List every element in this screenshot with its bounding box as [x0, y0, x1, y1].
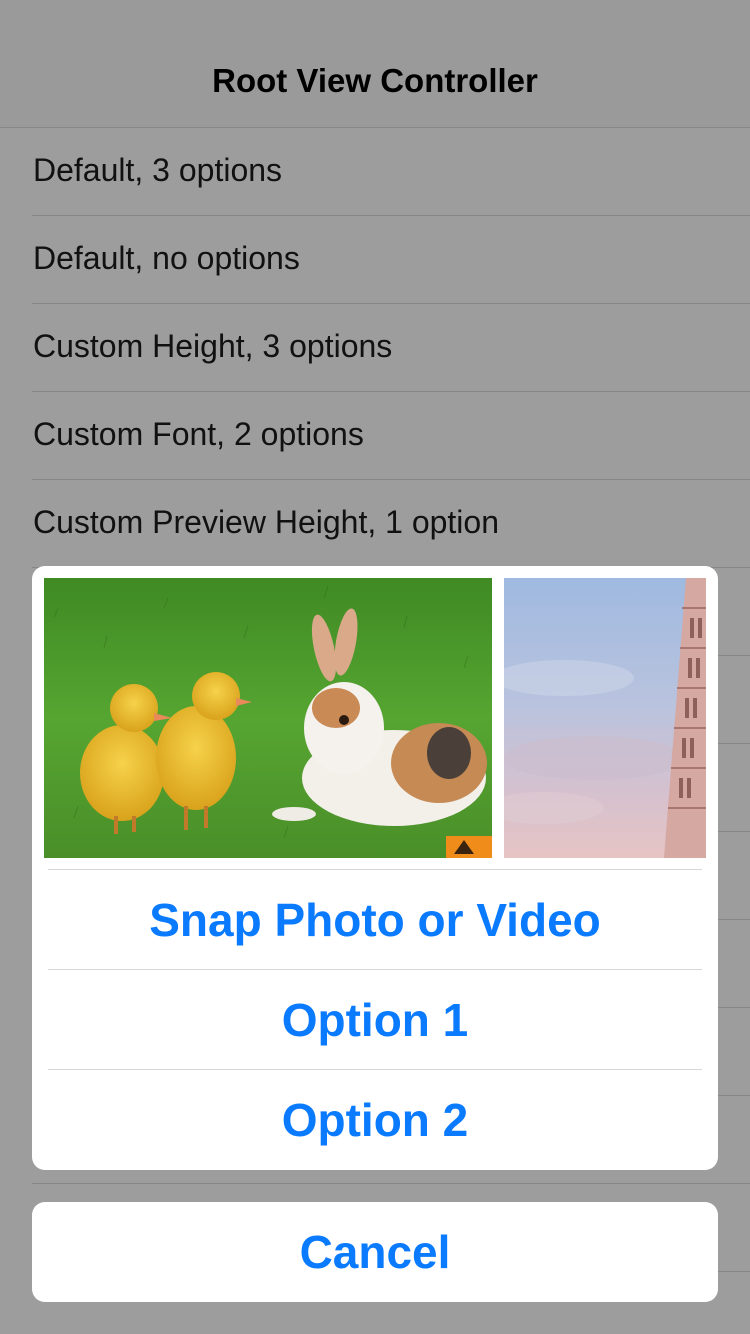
row-label: Default, no options [33, 240, 300, 276]
table-row[interactable]: Default, 3 options [0, 128, 750, 216]
option-1-button[interactable]: Option 1 [32, 970, 718, 1070]
navbar-title: Root View Controller [212, 62, 538, 99]
image-preview-strip[interactable] [44, 578, 718, 858]
option-1-label: Option 1 [281, 994, 469, 1046]
action-sheet: Snap Photo or Video Option 1 Option 2 [32, 566, 718, 1170]
row-label: Custom Height, 3 options [33, 328, 393, 364]
cancel-button[interactable]: Cancel [32, 1202, 718, 1302]
row-label: Custom Preview Height, 1 option [33, 504, 499, 540]
table-row[interactable]: Custom Preview Height, 1 option [0, 480, 750, 568]
snap-photo-button[interactable]: Snap Photo or Video [32, 870, 718, 970]
leaning-tower-photo[interactable] [504, 578, 706, 858]
ducklings-and-rabbit-illustration [44, 578, 492, 858]
cancel-label: Cancel [299, 1226, 451, 1278]
navigation-bar: Root View Controller [0, 0, 750, 128]
option-2-button[interactable]: Option 2 [32, 1070, 718, 1170]
row-label: Default, 3 options [33, 152, 283, 188]
ducklings-and-rabbit-photo[interactable] [44, 578, 492, 858]
leaning-tower-illustration [504, 578, 706, 858]
table-row[interactable]: Custom Font, 2 options [0, 392, 750, 480]
snap-photo-label: Snap Photo or Video [149, 894, 601, 946]
option-2-label: Option 2 [281, 1094, 469, 1146]
row-label: Custom Font, 2 options [33, 416, 364, 452]
table-row[interactable]: Default, no options [0, 216, 750, 304]
table-row[interactable]: Custom Height, 3 options [0, 304, 750, 392]
